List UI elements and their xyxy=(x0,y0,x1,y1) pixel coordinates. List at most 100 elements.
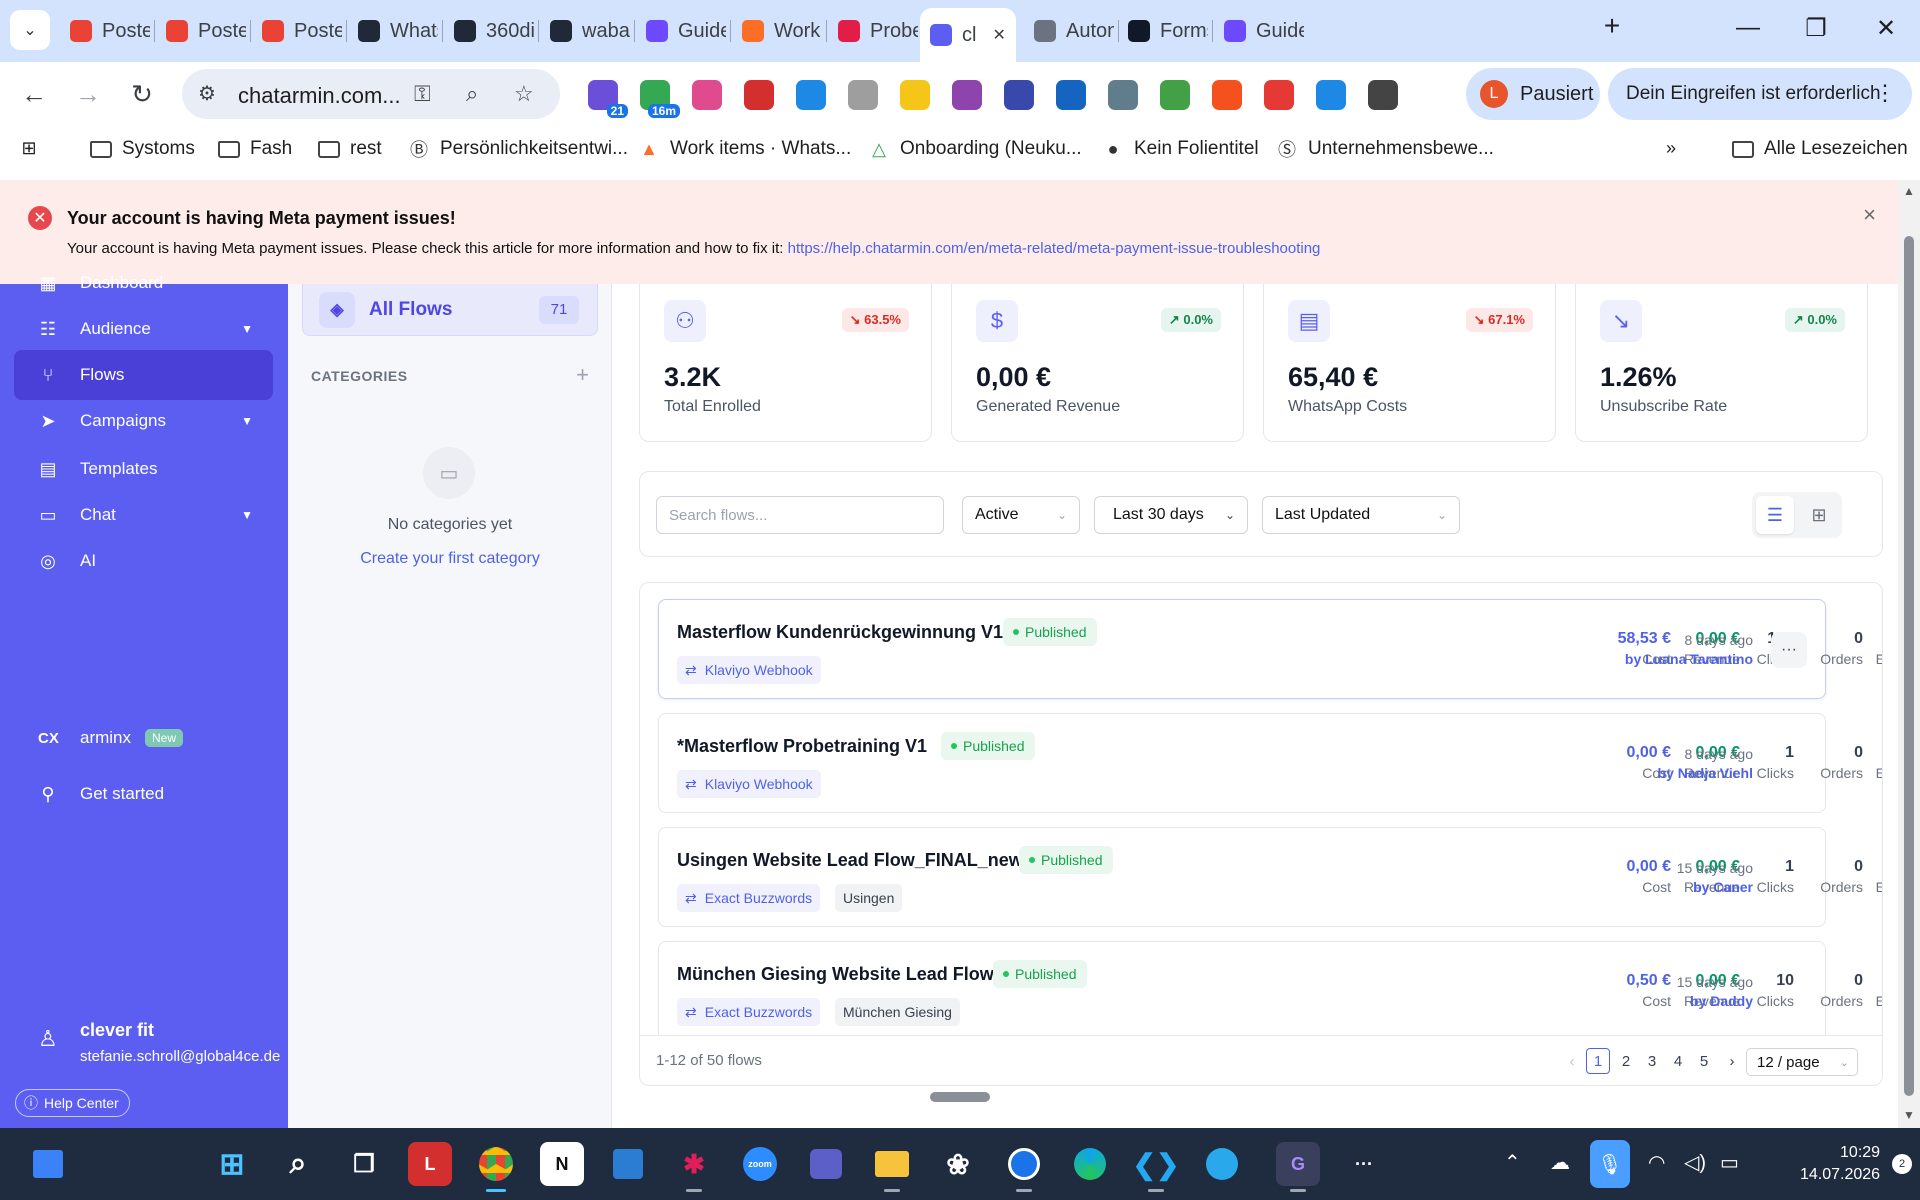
tab-search-button[interactable]: ⌄ xyxy=(10,10,50,50)
next-page-button[interactable]: › xyxy=(1720,1048,1744,1074)
flow-row[interactable]: *Masterflow Probetraining V1 Published ⇄ Kl… xyxy=(658,713,1882,813)
flow-row[interactable]: Masterflow Kundenrückgewinnung V1 Publish… xyxy=(658,599,1882,699)
c-ext-icon[interactable] xyxy=(796,80,826,110)
bookmark-item[interactable]: Fash xyxy=(218,138,292,160)
cloud-icon[interactable]: ☁ xyxy=(1550,1150,1570,1175)
create-category-link[interactable]: Create your first category xyxy=(288,550,612,568)
search-icon[interactable]: ⌕ xyxy=(276,1142,320,1186)
l-app-icon[interactable]: L xyxy=(408,1142,452,1186)
password-key-icon[interactable]: ⚿ xyxy=(414,81,431,107)
page-button[interactable]: 4 xyxy=(1666,1048,1690,1074)
word-icon[interactable] xyxy=(606,1142,650,1186)
start-icon[interactable]: ⊞ xyxy=(210,1142,254,1186)
alert-help-link[interactable]: https://help.chatarmin.com/en/meta-relat… xyxy=(788,240,1321,257)
camera-ext-icon[interactable] xyxy=(848,80,878,110)
profile-button[interactable]: L Pausiert xyxy=(1466,68,1600,120)
edge-icon[interactable] xyxy=(1068,1142,1112,1186)
browser-tab[interactable]: 360di xyxy=(444,12,534,50)
widgets-icon[interactable] xyxy=(26,1142,70,1186)
bookmark-item[interactable]: rest xyxy=(318,138,382,160)
sidebar-item-chat[interactable]: ▭ Chat ▼ xyxy=(14,490,273,540)
browser-tab[interactable]: Postei xyxy=(252,12,342,50)
grammarly-ext-icon[interactable] xyxy=(1264,80,1294,110)
help-center-button[interactable]: ⓘ Help Center xyxy=(15,1089,130,1117)
apps-icon[interactable]: ⊞ xyxy=(18,138,40,158)
browser-tab[interactable]: Auton xyxy=(1024,12,1114,50)
page-size-select[interactable]: 12 / page ⌄ xyxy=(1746,1048,1858,1076)
sidebar-item-templates[interactable]: ▤ Templates xyxy=(14,444,273,494)
task-view-icon[interactable]: ❐ xyxy=(342,1142,386,1186)
pen-ext-icon[interactable] xyxy=(744,80,774,110)
page-button[interactable]: 3 xyxy=(1640,1048,1664,1074)
chrome-icon[interactable] xyxy=(474,1142,518,1192)
microphone-icon[interactable]: 🎙 xyxy=(1590,1140,1630,1188)
zoom-icon[interactable]: ⌕ xyxy=(466,81,478,107)
fragment-ext-icon[interactable] xyxy=(692,80,722,110)
face-ext-icon[interactable] xyxy=(900,80,930,110)
sidebar-item-audience[interactable]: ☷ Audience ▼ xyxy=(14,304,273,354)
browser-tab[interactable]: cl ✕ xyxy=(920,8,1016,62)
chevron-up-icon[interactable]: ⌃ xyxy=(1504,1150,1521,1175)
sort-select[interactable]: Last Updated ⌄ xyxy=(1262,496,1460,534)
grid-view-button[interactable]: ⊞ xyxy=(1800,496,1838,534)
browser-tab[interactable]: Forms xyxy=(1118,12,1208,50)
new-tab-button[interactable]: + xyxy=(1592,10,1632,42)
bookmark-item[interactable]: Ⓑ Persönlichkeitsentwi... xyxy=(408,138,628,160)
browser-tab[interactable]: Postei xyxy=(60,12,150,50)
arrow-ext-icon[interactable] xyxy=(1212,80,1242,110)
back-button[interactable]: ← xyxy=(16,76,52,112)
wifi-icon[interactable]: ◠ xyxy=(1648,1150,1665,1175)
bookmark-item[interactable]: ● Kein Folientitel xyxy=(1102,138,1259,160)
sidebar-item-ai[interactable]: ◎ AI xyxy=(14,536,273,586)
arminx-link[interactable]: CX arminx New xyxy=(14,713,273,763)
sidebar-item-campaigns[interactable]: ➤ Campaigns ▼ xyxy=(14,396,273,446)
flow-row[interactable]: Usingen Website Lead Flow_FINAL_new Publi… xyxy=(658,827,1882,927)
zoom-icon[interactable]: zoom xyxy=(738,1142,782,1186)
horizontal-scrollbar[interactable] xyxy=(930,1092,990,1102)
add-category-button[interactable]: + xyxy=(576,362,589,388)
guide-app-icon[interactable]: G xyxy=(1276,1142,1320,1192)
teams-icon[interactable] xyxy=(804,1142,848,1186)
sidebar-item-dashboard[interactable]: ▦ Dashboard xyxy=(14,258,273,308)
browser-tab[interactable]: Guide xyxy=(636,12,726,50)
file-explorer-icon[interactable] xyxy=(870,1142,914,1192)
date-range-button[interactable]: Last 30 days ⌄ xyxy=(1094,496,1248,534)
notification-badge[interactable]: 2 xyxy=(1892,1154,1912,1174)
onepassword-ext-icon[interactable] xyxy=(1056,80,1086,110)
bookmark-item[interactable]: Systoms xyxy=(90,138,195,160)
more-actions-button[interactable]: ··· xyxy=(1771,632,1807,668)
prev-page-button[interactable]: ‹ xyxy=(1560,1048,1584,1074)
frog-ext-icon[interactable] xyxy=(1160,80,1190,110)
bookmark-item[interactable]: Ⓢ Unternehmensbewe... xyxy=(1276,138,1494,160)
volume-icon[interactable]: ◁) xyxy=(1684,1150,1706,1175)
browser-tab[interactable]: Whats xyxy=(348,12,438,50)
flow-name[interactable]: *Masterflow Probetraining V1 xyxy=(677,736,927,757)
get-started-link[interactable]: ⚲ Get started xyxy=(14,769,273,819)
page-scrollbar[interactable]: ▲ ▼ xyxy=(1898,180,1920,1128)
close-icon[interactable]: × xyxy=(1863,202,1876,228)
browser-tab[interactable]: wabar xyxy=(540,12,630,50)
page-button[interactable]: 5 xyxy=(1692,1048,1716,1074)
intervention-required-button[interactable]: Dein Eingreifen ist erforderlich ⋮ xyxy=(1608,68,1912,120)
puzzle-ext-icon[interactable] xyxy=(1368,80,1398,110)
minimize-button[interactable]: — xyxy=(1728,14,1768,42)
browser-tab[interactable]: Probe xyxy=(828,12,918,50)
vscode-icon[interactable]: ❮❯ xyxy=(1133,1142,1179,1192)
address-bar[interactable]: ⚙ chatarmin.com... ⚿ ⌕ ☆ xyxy=(182,69,560,119)
bookmark-item[interactable]: △ Onboarding (Neuku... xyxy=(868,138,1082,160)
cloud-ext-icon[interactable] xyxy=(1004,80,1034,110)
telegram-icon[interactable] xyxy=(1200,1142,1244,1186)
forward-button[interactable]: → xyxy=(70,76,106,112)
maximize-button[interactable]: ❐ xyxy=(1796,14,1836,43)
scroll-down-arrow[interactable]: ▼ xyxy=(1903,1108,1915,1122)
page-button[interactable]: 2 xyxy=(1614,1048,1638,1074)
scroll-up-arrow[interactable]: ▲ xyxy=(1903,184,1915,198)
flow-name[interactable]: Usingen Website Lead Flow_FINAL_new xyxy=(677,850,1023,871)
calendar-ext-icon[interactable]: 16m xyxy=(640,80,680,118)
browser-tab[interactable]: Postei xyxy=(156,12,246,50)
search-input[interactable] xyxy=(656,496,944,534)
close-tab-icon[interactable]: ✕ xyxy=(992,25,1005,45)
clock-ext-icon[interactable] xyxy=(1108,80,1138,110)
snowflake-ext-icon[interactable] xyxy=(1316,80,1346,110)
all-flows-item[interactable]: ◈ All Flows 71 xyxy=(302,284,598,336)
